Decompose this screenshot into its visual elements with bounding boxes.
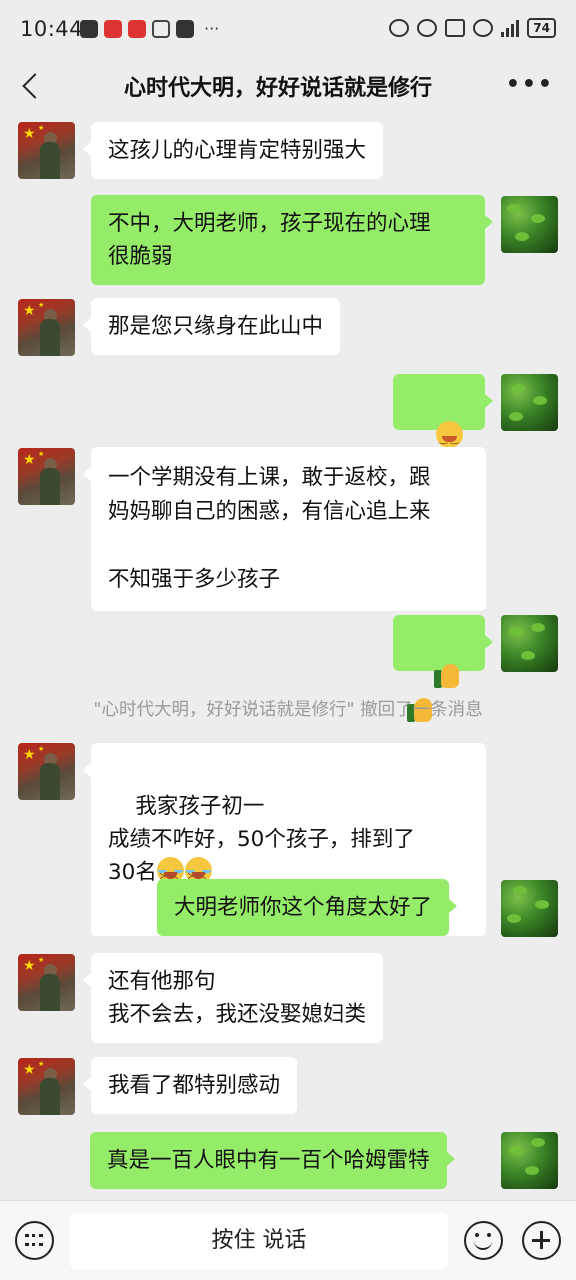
more-options-icon[interactable]: •••: [506, 72, 554, 97]
message-bubble[interactable]: 不中，大明老师，孩子现在的心理 很脆弱: [91, 195, 493, 285]
tears-smile-icon: [436, 421, 464, 456]
signal-icon: [501, 19, 520, 37]
avatar[interactable]: [501, 615, 558, 672]
message-bubble[interactable]: 真是一百人眼中有一百个哈姆雷特: [90, 1132, 455, 1189]
avatar[interactable]: ★ ★: [18, 1058, 75, 1115]
app-notification-icon: [152, 19, 170, 38]
chat-header: 心时代大明，好好说话就是修行 •••: [0, 60, 576, 112]
avatar[interactable]: ★ ★: [18, 954, 75, 1011]
recall-notice: "心时代大明，好好说话就是修行" 撤回了一条消息: [93, 700, 483, 720]
battery-icon: 74: [527, 18, 556, 38]
qq-icon: [176, 19, 194, 38]
message-bubble[interactable]: 这孩儿的心理肯定特别强大: [82, 122, 384, 179]
status-time: 10:44: [20, 17, 84, 41]
message-bubble[interactable]: 还有他那句 我不会去，我还没娶媳妇类: [82, 953, 384, 1043]
avatar[interactable]: ★ ★: [18, 122, 75, 179]
chat-title: 心时代大明，好好说话就是修行: [123, 76, 432, 101]
status-bar: 10:44 ··· 74: [0, 0, 576, 60]
wifi-icon: [473, 19, 494, 37]
alarm-icon: [417, 19, 438, 37]
avatar[interactable]: ★ ★: [18, 448, 75, 505]
app-notification-icon: [104, 19, 122, 38]
plus-icon[interactable]: [522, 1221, 561, 1260]
eye-icon: [389, 19, 410, 37]
emoji-icon[interactable]: [464, 1221, 503, 1260]
keyboard-icon[interactable]: [15, 1221, 54, 1260]
bluetooth-icon: [445, 19, 466, 37]
avatar[interactable]: [501, 374, 558, 431]
avatar[interactable]: ★ ★: [18, 743, 75, 800]
avatar[interactable]: [501, 880, 558, 937]
app-notification-icon: [128, 19, 146, 38]
hold-to-talk-button[interactable]: 按住 说话: [70, 1213, 448, 1269]
message-text: 我家孩子初一 成绩不咋好，50个孩子，排到了 30名: [108, 794, 415, 885]
back-icon[interactable]: [14, 68, 50, 104]
avatar[interactable]: ★ ★: [18, 299, 75, 356]
avatar[interactable]: [501, 196, 558, 253]
notification-icons: ···: [80, 19, 219, 38]
message-bubble[interactable]: 一个学期没有上课，敢于返校，跟 妈妈聊自己的困惑，有信心追上来 不知强于多少孩子: [83, 447, 486, 611]
message-list[interactable]: ★ ★ 这孩儿的心理肯定特别强大 不中，大明老师，孩子现在的心理 很脆弱 ★ ★ 那…: [0, 112, 576, 1200]
message-bubble[interactable]: [393, 615, 493, 722]
system-icons: 74: [389, 18, 556, 38]
message-bubble[interactable]: 大明老师你这个角度太好了: [157, 879, 458, 936]
thumbs-up-icon: [434, 660, 461, 690]
more-notifications-icon: ···: [204, 19, 220, 38]
input-bar: 按住 说话: [0, 1200, 576, 1280]
message-bubble[interactable]: [393, 374, 493, 489]
tiktok-icon: [80, 19, 98, 38]
message-bubble[interactable]: 我看了都特别感动: [82, 1057, 298, 1114]
avatar[interactable]: [501, 1132, 558, 1189]
message-bubble[interactable]: 那是您只缘身在此山中: [82, 298, 341, 355]
